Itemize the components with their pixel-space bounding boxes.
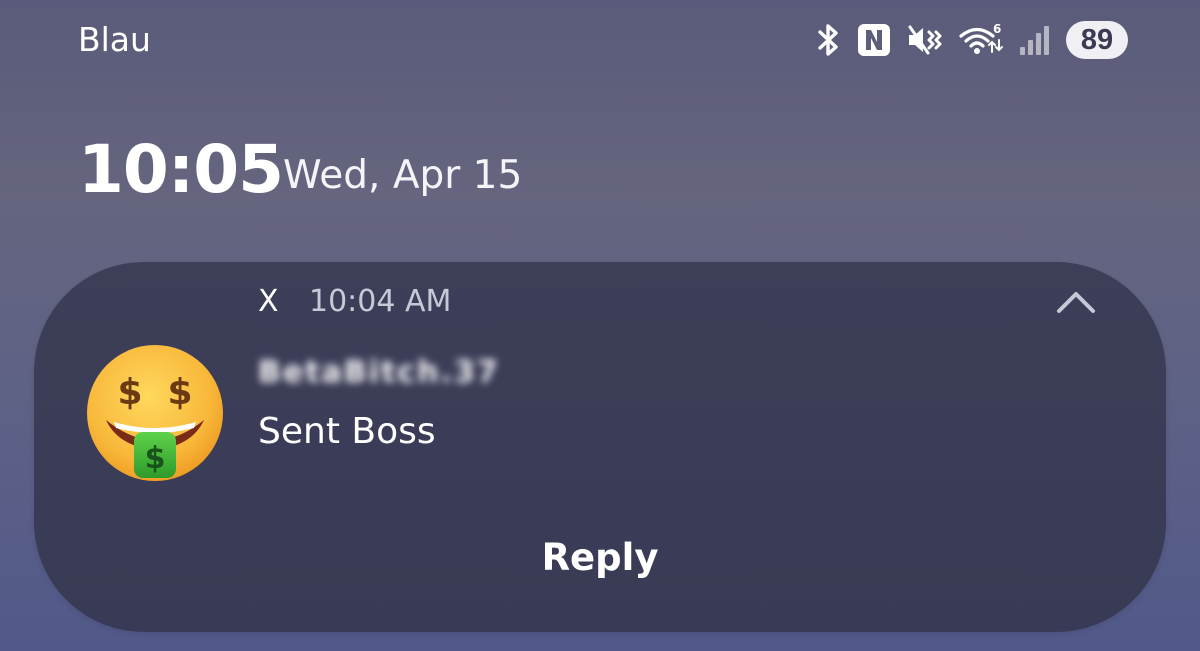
status-icons: 6 89 [816, 18, 1128, 62]
bluetooth-icon [816, 23, 842, 57]
notification-app-name: X [258, 284, 279, 319]
notification-time: 10:04 AM [309, 284, 452, 319]
sender-name: BetaBitch.37 [258, 355, 500, 390]
svg-text:6: 6 [993, 22, 1001, 36]
wifi-6-icon: 6 [958, 22, 1004, 58]
chevron-up-icon[interactable] [1054, 284, 1098, 320]
svg-text:$: $ [117, 372, 142, 413]
svg-text:$: $ [145, 441, 166, 476]
battery-level: 89 [1066, 21, 1128, 59]
notification-card[interactable]: X 10:04 AM $ $ $ BetaBitch.37 Sent Boss … [34, 262, 1166, 632]
svg-text:$: $ [167, 372, 192, 413]
notification-sender: BetaBitch.37 [258, 356, 500, 390]
reply-button[interactable]: Reply [500, 530, 700, 586]
lockscreen-date: Wed, Apr 15 [283, 153, 523, 198]
vibrate-mute-icon [906, 23, 944, 57]
signal-icon [1018, 23, 1052, 57]
notification-message: Sent Boss [258, 411, 436, 452]
carrier-name: Blau [78, 20, 151, 59]
nfc-icon [856, 22, 892, 58]
money-mouth-face-icon: $ $ $ [84, 342, 226, 484]
lockscreen-time: 10:05 [78, 131, 284, 208]
